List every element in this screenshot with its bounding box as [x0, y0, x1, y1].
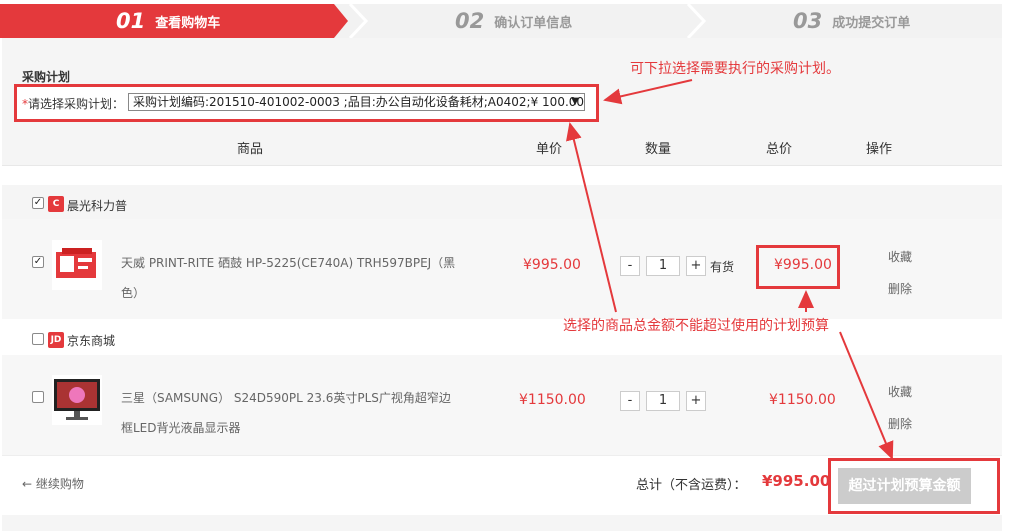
header-product: 商品: [237, 142, 264, 157]
header-quantity: 数量: [645, 142, 672, 157]
step-label: 查看购物车: [155, 15, 221, 31]
plan-select-label: *请选择采购计划：: [22, 95, 124, 112]
shop-logo-icon: C: [48, 196, 64, 212]
qty-decrease-button[interactable]: -: [620, 391, 640, 411]
bottom-bar: [2, 515, 1002, 531]
total-highlight-box: [756, 245, 840, 289]
product-image[interactable]: [52, 240, 102, 290]
plan-selected-value: 采购计划编码:201510-401002-0003 ;品目:办公自动化设备耗材;…: [133, 95, 585, 109]
step-confirm-order: 02 确认订单信息: [455, 4, 572, 38]
header-action: 操作: [866, 142, 893, 157]
stock-status: 有货: [710, 259, 735, 274]
qty-increase-button[interactable]: +: [686, 391, 706, 411]
qty-increase-button[interactable]: +: [686, 256, 706, 276]
favorite-link[interactable]: 收藏: [888, 248, 912, 265]
shop-checkbox[interactable]: [32, 333, 44, 345]
unit-price: ¥995.00: [523, 257, 581, 273]
item-checkbox[interactable]: ✓: [32, 256, 44, 268]
step-number: 01: [116, 9, 146, 33]
total-value: ¥995.00: [762, 472, 831, 490]
step-label: 确认订单信息: [494, 15, 573, 31]
over-budget-button[interactable]: 超过计划预算金额: [838, 468, 971, 504]
annotation-budget-limit: 选择的商品总金额不能超过使用的计划预算: [563, 318, 829, 334]
item-total: ¥1150.00: [769, 392, 836, 408]
shop-logo-icon: JD: [48, 332, 64, 348]
unit-price: ¥1150.00: [519, 392, 586, 408]
shop-name[interactable]: 京东商城: [67, 332, 115, 349]
shop-checkbox[interactable]: ✓: [32, 197, 44, 209]
item-checkbox[interactable]: [32, 391, 44, 403]
qty-input[interactable]: 1: [646, 391, 680, 411]
shop-header: [2, 321, 1002, 355]
step-chevron-icon: [686, 4, 706, 38]
qty-input[interactable]: 1: [646, 256, 680, 276]
table-header: [2, 126, 1002, 166]
delete-link[interactable]: 删除: [888, 280, 912, 297]
qty-decrease-button[interactable]: -: [620, 256, 640, 276]
plan-label-text: 请选择采购计划：: [28, 97, 125, 111]
spacer: [2, 166, 1002, 184]
step-label: 成功提交订单: [832, 15, 911, 31]
step-chevron-icon: [348, 4, 368, 38]
quantity-stepper: - 1 + 有货: [620, 256, 734, 276]
step-view-cart: 01 查看购物车: [0, 4, 348, 38]
favorite-link[interactable]: 收藏: [888, 383, 912, 400]
continue-shopping-link[interactable]: ← 继续购物: [22, 475, 84, 492]
shop-name[interactable]: 晨光科力普: [67, 197, 127, 214]
plan-title: 采购计划: [22, 70, 71, 84]
header-total: 总价: [766, 142, 793, 157]
product-name[interactable]: 三星（SAMSUNG） S24D590PL 23.6英寸PLS广视角超窄边框LE…: [121, 383, 461, 443]
shop-header: [2, 185, 1002, 219]
purchase-plan-select[interactable]: 采购计划编码:201510-401002-0003 ;品目:办公自动化设备耗材;…: [128, 93, 585, 111]
step-number: 03: [793, 9, 823, 33]
step-submit-success: 03 成功提交订单: [793, 4, 910, 38]
dropdown-arrow-icon: ▼: [571, 96, 579, 107]
delete-link[interactable]: 删除: [888, 415, 912, 432]
step-number: 02: [455, 9, 485, 33]
product-name[interactable]: 天威 PRINT-RITE 硒鼓 HP-5225(CE740A) TRH597B…: [121, 248, 461, 308]
product-image[interactable]: [52, 375, 102, 425]
quantity-stepper: - 1 +: [620, 391, 706, 411]
annotation-plan-select: 可下拉选择需要执行的采购计划。: [630, 61, 840, 77]
total-label: 总计（不含运费）：: [636, 478, 747, 493]
header-unit-price: 单价: [536, 142, 563, 157]
